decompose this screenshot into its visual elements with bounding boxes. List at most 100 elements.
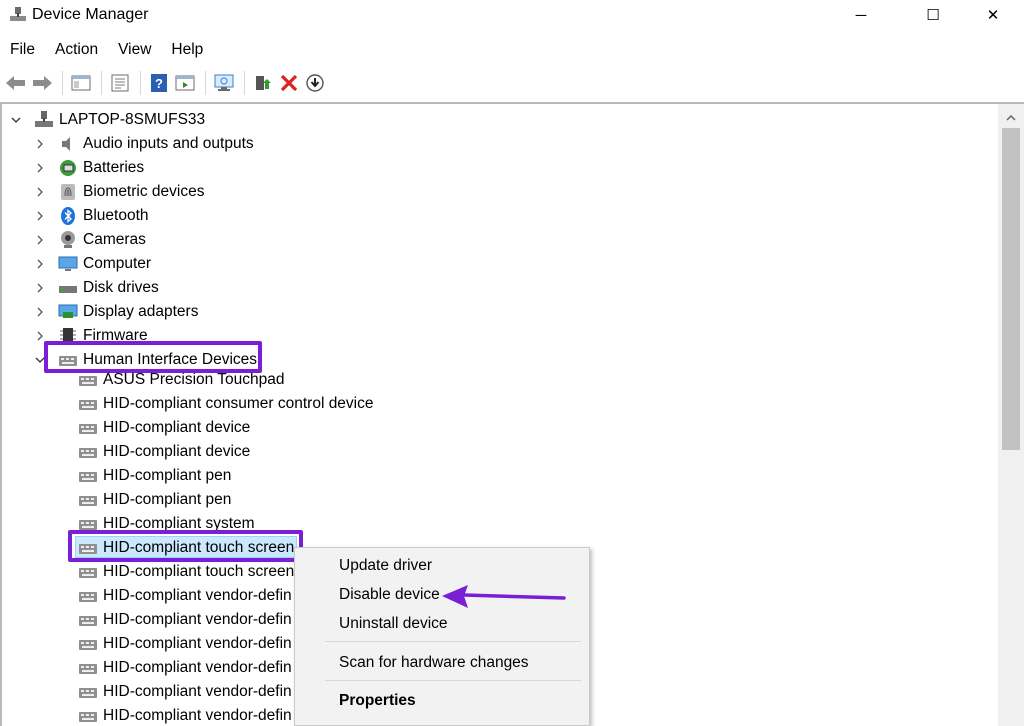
- menu-properties[interactable]: Properties: [339, 692, 416, 710]
- back-icon[interactable]: [4, 71, 28, 95]
- toolbar-separator: [62, 71, 63, 95]
- minimize-button[interactable]: ─: [838, 0, 884, 30]
- svg-text:?: ?: [155, 76, 163, 91]
- device-label: HID-compliant pen: [103, 467, 232, 484]
- menu-help[interactable]: Help: [161, 38, 213, 62]
- hid-device-icon: [78, 610, 98, 630]
- chevron-right-icon[interactable]: [34, 234, 46, 246]
- display-adapter-icon: [58, 302, 78, 322]
- menu-uninstall-device[interactable]: Uninstall device: [339, 615, 448, 633]
- vertical-scrollbar[interactable]: [998, 104, 1024, 726]
- monitor-icon: [58, 254, 78, 274]
- category-label: Disk drives: [83, 279, 159, 296]
- hid-device-icon: [78, 562, 98, 582]
- speaker-icon: [58, 134, 78, 154]
- scroll-up-icon[interactable]: [998, 110, 1024, 126]
- device-item[interactable]: HID-compliant touch screen: [78, 560, 294, 584]
- tree-category[interactable]: Disk drives: [34, 276, 159, 300]
- device-label: HID-compliant touch screen: [103, 563, 295, 580]
- device-label: HID-compliant device: [103, 443, 251, 460]
- tree-category[interactable]: Audio inputs and outputs: [34, 132, 254, 156]
- update-driver-icon[interactable]: [251, 71, 275, 95]
- menu-bar: File Action View Help: [0, 38, 213, 62]
- toolbar-separator: [244, 71, 245, 95]
- tree-category[interactable]: Display adapters: [34, 300, 198, 324]
- bluetooth-icon: [58, 206, 78, 226]
- disk-drive-icon: [58, 278, 78, 298]
- tree-category[interactable]: Cameras: [34, 228, 146, 252]
- hid-device-icon: [78, 706, 98, 726]
- menu-disable-device[interactable]: Disable device: [339, 586, 440, 604]
- device-item[interactable]: HID-compliant pen: [78, 464, 231, 488]
- camera-icon: [58, 230, 78, 250]
- annotation-highlight-touch-screen: [68, 530, 303, 562]
- chevron-right-icon[interactable]: [34, 138, 46, 150]
- device-item[interactable]: HID-compliant vendor-defin: [78, 632, 292, 656]
- computer-root-icon: [34, 110, 54, 130]
- forward-icon[interactable]: [30, 71, 54, 95]
- menu-separator: [325, 641, 581, 642]
- chevron-right-icon[interactable]: [34, 186, 46, 198]
- tree-category[interactable]: Bluetooth: [34, 204, 149, 228]
- download-icon[interactable]: [303, 71, 327, 95]
- menu-scan-hardware[interactable]: Scan for hardware changes: [339, 654, 529, 672]
- menu-separator: [325, 680, 581, 681]
- toolbar-separator: [101, 71, 102, 95]
- device-item[interactable]: HID-compliant pen: [78, 488, 231, 512]
- menu-action[interactable]: Action: [45, 38, 108, 62]
- tree-root[interactable]: LAPTOP-8SMUFS33: [10, 108, 205, 132]
- hid-device-icon: [78, 418, 98, 438]
- hid-device-icon: [78, 442, 98, 462]
- device-item[interactable]: HID-compliant vendor-defin: [78, 704, 292, 726]
- title-bar: Device Manager ─ ☐ ✕: [0, 0, 1024, 32]
- device-label: HID-compliant device: [103, 419, 251, 436]
- device-label: HID-compliant vendor-defin: [103, 707, 292, 724]
- context-menu: Update driver Disable device Uninstall d…: [294, 547, 590, 726]
- hid-device-icon: [78, 586, 98, 606]
- toolbar: ?: [0, 66, 1024, 100]
- device-item[interactable]: HID-compliant device: [78, 440, 250, 464]
- battery-icon: [58, 158, 78, 178]
- device-label: HID-compliant vendor-defin: [103, 587, 292, 604]
- device-item[interactable]: HID-compliant device: [78, 416, 250, 440]
- tree-category[interactable]: Biometric devices: [34, 180, 204, 204]
- chevron-right-icon[interactable]: [34, 162, 46, 174]
- device-label: HID-compliant pen: [103, 491, 232, 508]
- properties-icon[interactable]: [108, 71, 132, 95]
- device-manager-icon: [10, 7, 26, 23]
- hid-device-icon: [78, 394, 98, 414]
- tree-category[interactable]: Computer: [34, 252, 151, 276]
- category-label: Cameras: [83, 231, 146, 248]
- hid-device-icon: [78, 370, 98, 390]
- hid-device-icon: [78, 682, 98, 702]
- show-hide-console-tree-icon[interactable]: [69, 71, 93, 95]
- toolbar-separator: [140, 71, 141, 95]
- category-label: Bluetooth: [83, 207, 149, 224]
- maximize-button[interactable]: ☐: [910, 0, 956, 30]
- close-button[interactable]: ✕: [970, 0, 1016, 30]
- device-label: HID-compliant vendor-defin: [103, 611, 292, 628]
- chevron-right-icon[interactable]: [34, 258, 46, 270]
- show-action-pane-icon[interactable]: [173, 71, 197, 95]
- scrollbar-thumb[interactable]: [1002, 128, 1020, 450]
- menu-view[interactable]: View: [108, 38, 161, 62]
- tree-category[interactable]: Batteries: [34, 156, 144, 180]
- device-item[interactable]: HID-compliant vendor-defin: [78, 680, 292, 704]
- chevron-right-icon[interactable]: [34, 282, 46, 294]
- scan-hardware-icon[interactable]: [212, 71, 236, 95]
- chevron-right-icon[interactable]: [34, 306, 46, 318]
- help-icon[interactable]: ?: [147, 71, 171, 95]
- menu-file[interactable]: File: [0, 38, 45, 62]
- device-item[interactable]: HID-compliant vendor-defin: [78, 608, 292, 632]
- device-item[interactable]: HID-compliant vendor-defin: [78, 656, 292, 680]
- hid-device-icon: [78, 658, 98, 678]
- window-title: Device Manager: [32, 6, 149, 23]
- uninstall-icon[interactable]: [277, 71, 301, 95]
- device-label: HID-compliant vendor-defin: [103, 635, 292, 652]
- chevron-down-icon[interactable]: [10, 114, 22, 126]
- device-item[interactable]: HID-compliant consumer control device: [78, 392, 374, 416]
- menu-update-driver[interactable]: Update driver: [339, 557, 432, 575]
- fingerprint-icon: [58, 182, 78, 202]
- device-item[interactable]: HID-compliant vendor-defin: [78, 584, 292, 608]
- chevron-right-icon[interactable]: [34, 210, 46, 222]
